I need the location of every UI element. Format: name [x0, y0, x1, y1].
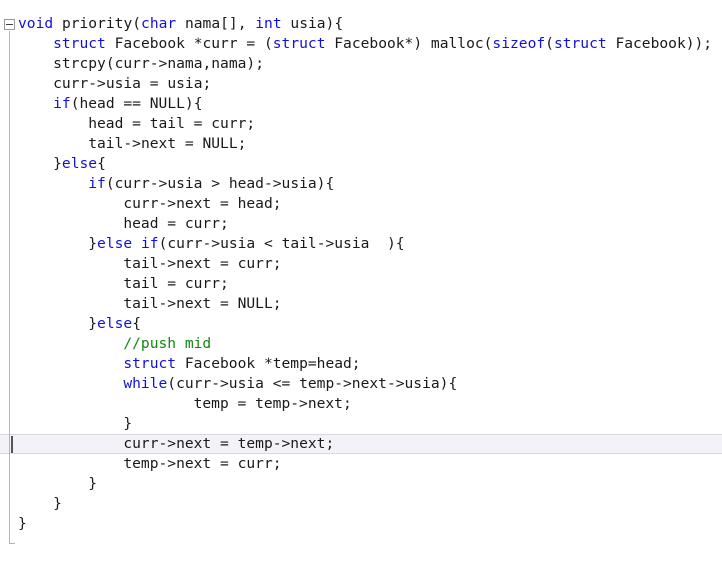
code-line[interactable]: } [88, 474, 97, 494]
code-line[interactable]: tail->next = NULL; [88, 134, 246, 154]
code-line[interactable]: tail->next = curr; [123, 254, 281, 274]
code-line[interactable]: } [53, 494, 62, 514]
code-comment: //push mid [123, 335, 212, 352]
code-text: (curr->usia < tail->usia ){ [158, 235, 405, 252]
code-line[interactable]: }else{ [88, 314, 141, 334]
code-keyword: int [255, 15, 282, 32]
code-line[interactable]: }else if(curr->usia < tail->usia ){ [88, 234, 404, 254]
code-keyword: struct [553, 35, 607, 52]
code-text: { [97, 155, 106, 172]
code-line[interactable]: void priority(char nama[], int usia){ [18, 14, 343, 34]
code-keyword: while [123, 375, 168, 392]
code-text: tail->next = NULL; [88, 135, 247, 152]
code-text: Facebook*) malloc( [325, 35, 493, 52]
code-line[interactable]: temp = temp->next; [194, 394, 352, 414]
code-text: Facebook)); [606, 35, 713, 52]
code-keyword: struct [123, 355, 177, 372]
code-text: ( [545, 35, 554, 52]
code-keyword: if [53, 95, 71, 112]
code-text: Facebook *temp=head; [176, 355, 361, 372]
code-line[interactable]: if(head == NULL){ [53, 94, 202, 114]
code-text: temp = temp->next; [193, 395, 352, 412]
code-text: { [132, 315, 141, 332]
code-keyword: if [140, 235, 159, 252]
code-text: tail->next = NULL; [123, 295, 282, 312]
code-text: } [123, 415, 133, 432]
code-line[interactable]: } [123, 414, 132, 434]
code-line[interactable]: head = curr; [123, 214, 228, 234]
code-line[interactable]: tail = curr; [123, 274, 228, 294]
code-keyword: else [97, 315, 133, 332]
code-line[interactable]: tail->next = NULL; [123, 294, 281, 314]
code-text: } [18, 515, 27, 532]
code-line[interactable]: head = tail = curr; [88, 114, 255, 134]
code-line[interactable]: //push mid [123, 334, 211, 354]
code-text: nama[], [176, 15, 256, 32]
code-text: } [88, 315, 98, 332]
code-text: usia){ [281, 15, 344, 32]
code-text: curr->next = temp->next; [123, 435, 335, 452]
code-keyword: else [61, 155, 98, 172]
code-text: head = curr; [123, 215, 229, 232]
code-text: tail = curr; [123, 275, 229, 292]
indent-guide-line [9, 31, 10, 544]
code-text: curr->usia = usia; [53, 75, 212, 92]
code-line[interactable]: curr->next = head; [123, 194, 281, 214]
code-line[interactable]: }else{ [53, 154, 106, 174]
code-line[interactable]: struct Facebook *temp=head; [123, 354, 360, 374]
code-line[interactable]: strcpy(curr->nama,nama); [53, 54, 264, 74]
code-line[interactable]: while(curr->usia <= temp->next->usia){ [123, 374, 457, 394]
code-text: (curr->usia > head->usia){ [105, 175, 335, 192]
code-line[interactable]: curr->next = temp->next; [123, 434, 334, 454]
code-text: } [88, 235, 98, 252]
code-keyword: char [141, 15, 177, 32]
current-line-highlight [0, 434, 722, 454]
code-keyword: void [18, 15, 54, 32]
code-text: Facebook *curr = ( [105, 35, 273, 52]
code-fold-collapse-icon[interactable] [4, 19, 15, 30]
code-text: strcpy(curr->nama,nama); [53, 55, 264, 72]
code-line[interactable]: struct Facebook *curr = (struct Facebook… [53, 34, 712, 54]
code-line[interactable]: temp->next = curr; [123, 454, 281, 474]
code-text: } [53, 155, 62, 172]
code-line[interactable]: if(curr->usia > head->usia){ [88, 174, 334, 194]
code-text: (curr->usia <= temp->next->usia){ [167, 375, 458, 392]
code-text: } [88, 475, 98, 492]
code-text: tail->next = curr; [123, 255, 282, 272]
code-keyword: sizeof [492, 35, 546, 52]
code-text: } [53, 495, 62, 512]
text-caret [11, 436, 13, 453]
code-keyword: struct [53, 35, 106, 52]
code-text: curr->next = head; [123, 195, 282, 212]
code-text: temp->next = curr; [123, 455, 282, 472]
code-editor[interactable]: void priority(char nama[], int usia){str… [0, 0, 722, 566]
code-keyword: else [97, 235, 133, 252]
code-text: head = tail = curr; [88, 115, 256, 132]
code-line[interactable]: } [18, 514, 27, 534]
code-keyword: struct [272, 35, 326, 52]
code-line[interactable]: curr->usia = usia; [53, 74, 211, 94]
indent-guide-foot [9, 543, 15, 544]
code-text: priority( [53, 15, 142, 32]
code-text: (head == NULL){ [70, 95, 203, 112]
code-keyword: if [88, 175, 106, 192]
